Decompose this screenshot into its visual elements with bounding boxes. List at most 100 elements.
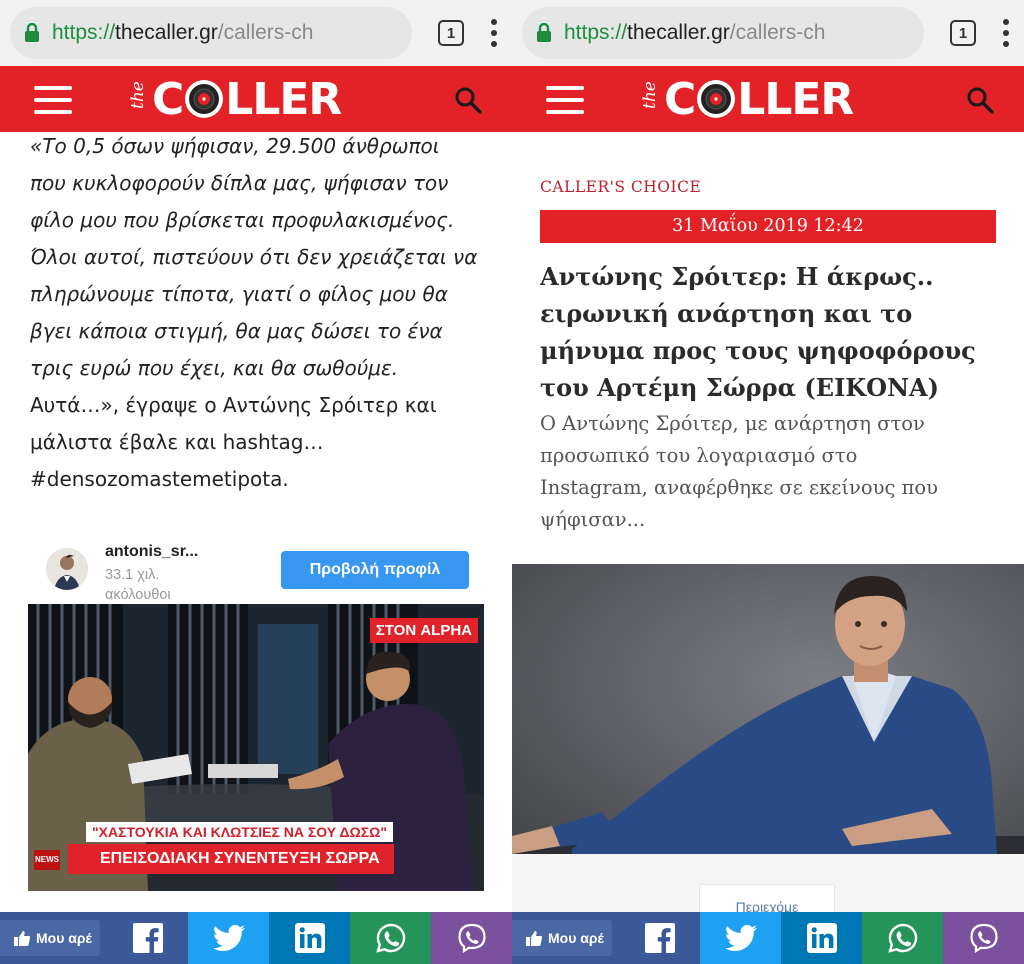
facebook-icon — [644, 923, 675, 953]
facebook-share-button[interactable] — [107, 912, 188, 964]
like-label: Μου αρέ — [548, 930, 604, 946]
linkedin-share-button[interactable] — [269, 912, 350, 964]
logo-letter: C — [152, 73, 184, 125]
whatsapp-share-button[interactable] — [862, 912, 943, 964]
lock-icon — [25, 23, 39, 42]
article-quote: «Το 0,5 όσων ψήφισαν, 29.500 άνθρωποι πο… — [0, 128, 512, 498]
site-header: the C LLER — [512, 66, 1024, 132]
avatar[interactable] — [46, 548, 88, 590]
article-headline: Αντώνης Σρόιτερ: Η άκρως.. ειρωνική ανάρ… — [540, 258, 1010, 406]
logo-wordmark: C LLER — [152, 73, 342, 125]
linkedin-icon — [806, 923, 837, 953]
vinyl-record-icon — [185, 80, 224, 118]
summary-line: Ο Αντώνης Σρόιτερ, με ανάρτηση στον — [540, 412, 925, 435]
like-label: Μου αρέ — [36, 930, 92, 946]
instagram-video-thumbnail[interactable]: ΣΤΟΝ ALPHA "ΧΑΣΤΟΥΚΙΑ ΚΑΙ ΚΛΩΤΣΙΕΣ ΝΑ ΣΟ… — [28, 604, 484, 891]
tab-switcher-button[interactable]: 1 — [438, 20, 464, 46]
whatsapp-icon — [887, 923, 917, 953]
whatsapp-icon — [375, 923, 405, 953]
twitter-share-button[interactable] — [188, 912, 269, 964]
instagram-embed-header: antonis_sr... 33.1 χιλ. ακόλουθοι Προβολ… — [0, 538, 512, 608]
news-tag: NEWS — [34, 850, 60, 870]
video-caption-title: ΕΠΕΙΣΟΔΙΑΚΗ ΣΥΝΕΝΤΕΥΞΗ ΣΩΡΡΑ — [68, 844, 394, 874]
hamburger-menu-icon[interactable] — [34, 86, 72, 114]
screenshot-composite: https://thecaller.gr/callers-ch 1 the C … — [0, 0, 1024, 964]
facebook-share-button[interactable] — [619, 912, 700, 964]
twitter-icon — [212, 925, 245, 951]
thumbs-up-icon — [14, 931, 30, 946]
site-logo[interactable]: the C LLER — [640, 73, 854, 125]
headline-line: μήνυμα προς τους ψηφοφόρους — [540, 336, 976, 365]
logo-letters: LLER — [225, 73, 342, 125]
url-scheme: https:// — [564, 21, 628, 44]
facebook-icon — [132, 923, 163, 953]
url-path: /callers-ch — [217, 21, 314, 44]
video-caption-quote: "ΧΑΣΤΟΥΚΙΑ ΚΑΙ ΚΛΩΤΣΙΕΣ ΝΑ ΣΟΥ ΔΩΣΩ" — [86, 822, 394, 842]
url-domain: thecaller.gr — [115, 21, 218, 44]
headline-line: ειρωνική ανάρτηση και το — [540, 299, 913, 328]
url-scheme: https:// — [52, 21, 116, 44]
hamburger-menu-icon[interactable] — [546, 86, 584, 114]
site-header: the C LLER — [0, 66, 512, 132]
quote-line: που κυκλοφορούν δίπλα μας, ψήφισαν τον — [30, 171, 449, 195]
right-screen: https://thecaller.gr/callers-ch 1 the C … — [512, 0, 1024, 964]
portrait-photo — [512, 564, 1024, 854]
logo-prefix: the — [640, 81, 660, 109]
tab-switcher-button[interactable]: 1 — [950, 20, 976, 46]
browser-toolbar: https://thecaller.gr/callers-ch 1 — [0, 0, 512, 66]
logo-letters: LLER — [737, 73, 854, 125]
viber-share-button[interactable] — [431, 912, 512, 964]
publish-date: 31 Μαΐου 2019 12:42 — [540, 210, 996, 243]
address-bar[interactable]: https://thecaller.gr/callers-ch — [522, 7, 924, 59]
linkedin-icon — [294, 923, 325, 953]
twitter-icon — [724, 925, 757, 951]
quote-line: τρις ευρώ που έχει, και θα σωθούμε. — [30, 356, 399, 380]
search-icon[interactable] — [454, 86, 482, 114]
site-logo[interactable]: the C LLER — [128, 73, 342, 125]
quote-line: πληρώνουμε τίποτα, γιατί ο φίλος μου θα — [30, 282, 448, 306]
whatsapp-share-button[interactable] — [350, 912, 431, 964]
search-icon[interactable] — [966, 86, 994, 114]
logo-prefix: the — [128, 81, 148, 109]
browser-toolbar: https://thecaller.gr/callers-ch 1 — [512, 0, 1024, 66]
headline-line: Αντώνης Σρόιτερ: Η άκρως.. — [540, 262, 934, 291]
thumbs-up-icon — [526, 931, 542, 946]
summary-line: Instagram, αναφέρθηκε σε εκείνους που — [540, 476, 938, 499]
viber-share-button[interactable] — [943, 912, 1024, 964]
quote-line: φίλο μου που βρίσκεται προφυλακισμένος. — [30, 208, 455, 232]
article-summary: Ο Αντώνης Σρόιτερ, με ανάρτηση στον προσ… — [540, 408, 1010, 536]
address-bar[interactable]: https://thecaller.gr/callers-ch — [10, 7, 412, 59]
article-hero-image[interactable] — [512, 564, 1024, 854]
logo-wordmark: C LLER — [664, 73, 854, 125]
twitter-share-button[interactable] — [700, 912, 781, 964]
quote-line: Αυτά…», έγραψε ο Αντώνης Σρόιτερ και — [30, 393, 437, 417]
summary-line: ψήφισαν... — [540, 508, 646, 531]
facebook-like-button[interactable]: Μου αρέ — [512, 912, 619, 964]
quote-line: Όλοι αυτοί, πιστεύουν ότι δεν χρειάζεται… — [30, 245, 478, 269]
left-screen: https://thecaller.gr/callers-ch 1 the C … — [0, 0, 512, 964]
headline-line: του Αρτέμη Σώρρα (ΕΙΚΟΝΑ) — [540, 373, 939, 402]
instagram-followers: 33.1 χιλ. ακόλουθοι — [105, 567, 171, 603]
vinyl-record-icon — [697, 80, 736, 118]
share-bar: Μου αρέ — [512, 912, 1024, 964]
summary-line: προσωπικό του λογαριασμό στο — [540, 444, 858, 467]
url-path: /callers-ch — [729, 21, 826, 44]
view-profile-button[interactable]: Προβολή προφίλ — [281, 551, 469, 589]
channel-badge: ΣΤΟΝ ALPHA — [369, 618, 478, 643]
share-bar: Μου αρέ — [0, 912, 512, 964]
instagram-username[interactable]: antonis_sr... — [105, 543, 198, 561]
more-options-icon[interactable] — [490, 19, 498, 47]
facebook-like-button[interactable]: Μου αρέ — [0, 912, 107, 964]
viber-icon — [457, 923, 486, 953]
url-domain: thecaller.gr — [627, 21, 730, 44]
viber-icon — [969, 923, 998, 953]
quote-line: «Το 0,5 όσων ψήφισαν, 29.500 άνθρωποι — [30, 134, 440, 158]
hashtag-link[interactable]: #densozomastemetipota. — [30, 461, 482, 498]
logo-letter: C — [664, 73, 696, 125]
more-options-icon[interactable] — [1002, 19, 1010, 47]
quote-line: βγει κάποια στιγμή, θα μας δώσει το ένα — [30, 319, 443, 343]
quote-line: μάλιστα έβαλε και hashtag… — [30, 430, 324, 454]
linkedin-share-button[interactable] — [781, 912, 862, 964]
category-link[interactable]: CALLER'S CHOICE — [540, 178, 701, 196]
lock-icon — [537, 23, 551, 42]
